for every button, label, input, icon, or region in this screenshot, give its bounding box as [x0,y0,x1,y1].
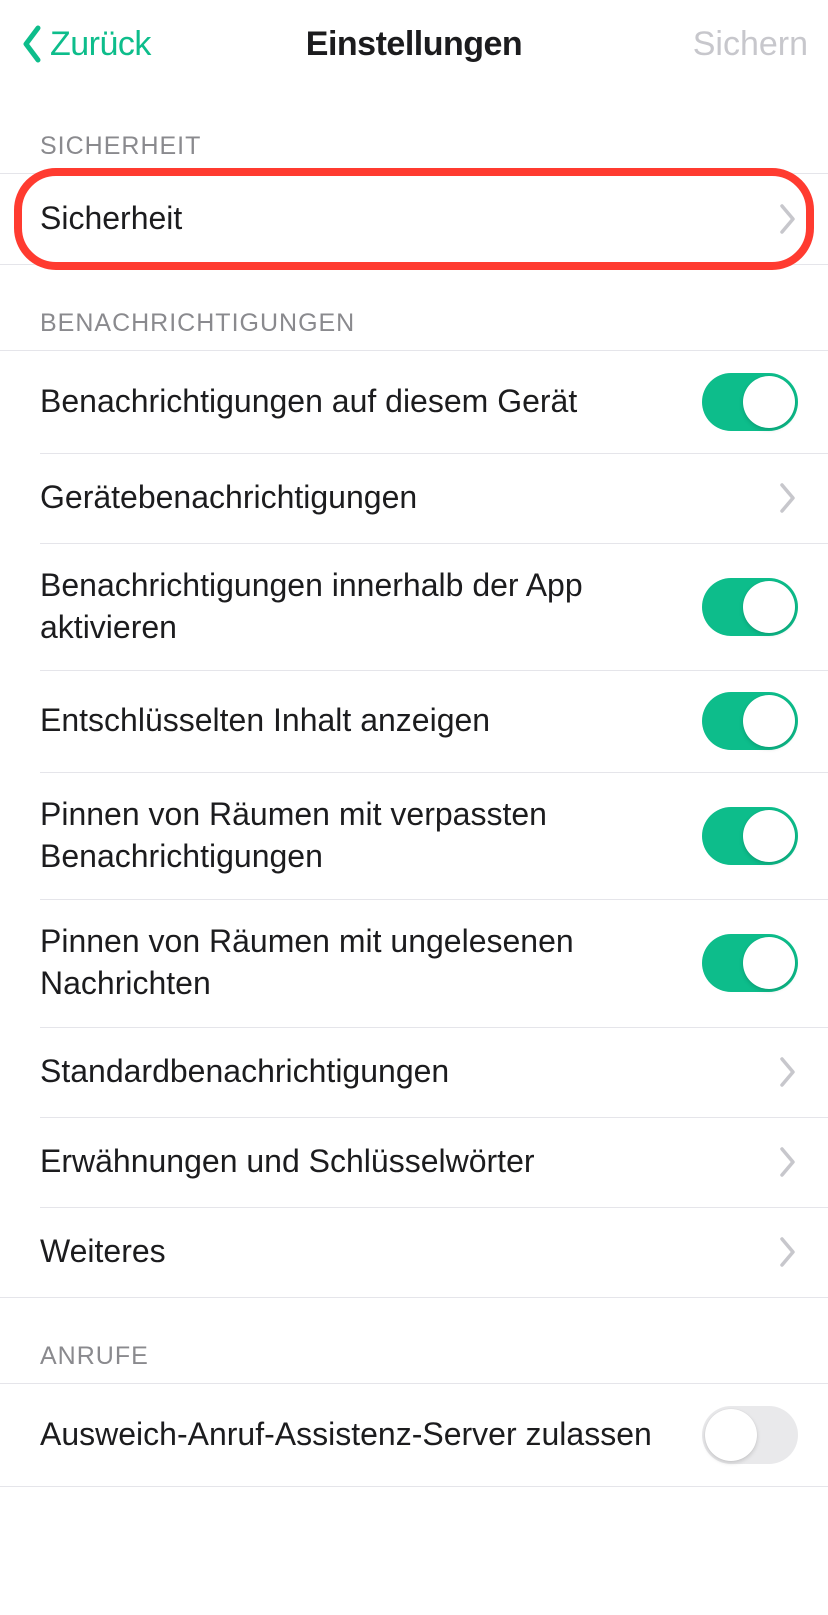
section-header-notifications: BENACHRICHTIGUNGEN [0,265,828,350]
toggle-pin-unread[interactable] [702,934,798,992]
chevron-right-icon [778,1235,798,1269]
toggle-pin-missed[interactable] [702,807,798,865]
chevron-right-icon [778,1055,798,1089]
chevron-right-icon [778,1145,798,1179]
row-fallback-call-assist[interactable]: Ausweich-Anruf-Assistenz-Server zulassen [0,1384,828,1486]
row-other[interactable]: Weiteres [0,1207,828,1297]
toggle-notifications-device[interactable] [702,373,798,431]
page-title: Einstellungen [200,25,628,64]
save-button[interactable]: Sichern [628,25,808,64]
row-notifications-device[interactable]: Benachrichtigungen auf diesem Gerät [0,351,828,453]
section-header-security: SICHERHEIT [0,88,828,173]
back-label: Zurück [50,25,151,64]
row-label: Ausweich-Anruf-Assistenz-Server zulassen [40,1414,702,1456]
row-show-decrypted[interactable]: Entschlüsselten Inhalt anzeigen [0,670,828,772]
row-label: Pinnen von Räumen mit verpassten Benachr… [40,794,702,877]
chevron-left-icon [20,24,44,64]
row-label: Benachrichtigungen auf diesem Gerät [40,381,702,423]
nav-bar: Zurück Einstellungen Sichern [0,0,828,88]
chevron-right-icon [778,202,798,236]
row-label: Entschlüsselten Inhalt anzeigen [40,700,702,742]
section-header-calls: ANRUFE [0,1298,828,1383]
row-pin-missed[interactable]: Pinnen von Räumen mit verpassten Benachr… [0,772,828,899]
toggle-inapp-notifications[interactable] [702,578,798,636]
row-label: Standardbenachrichtigungen [40,1051,778,1093]
toggle-fallback-call-assist[interactable] [702,1406,798,1464]
toggle-show-decrypted[interactable] [702,692,798,750]
chevron-right-icon [778,481,798,515]
row-label: Erwähnungen und Schlüsselwörter [40,1141,778,1183]
row-label: Weiteres [40,1231,778,1273]
row-inapp-notifications[interactable]: Benachrichtigungen innerhalb der App akt… [0,543,828,670]
row-label: Sicherheit [40,198,778,240]
row-label: Gerätebenachrichtigungen [40,477,778,519]
calls-list: Ausweich-Anruf-Assistenz-Server zulassen [0,1383,828,1487]
row-label: Pinnen von Räumen mit ungelesenen Nachri… [40,921,702,1004]
row-label: Benachrichtigungen innerhalb der App akt… [40,565,702,648]
row-mentions-keywords[interactable]: Erwähnungen und Schlüsselwörter [0,1117,828,1207]
back-button[interactable]: Zurück [20,24,200,64]
security-list: Sicherheit [0,173,828,265]
row-device-notifications[interactable]: Gerätebenachrichtigungen [0,453,828,543]
row-security[interactable]: Sicherheit [0,174,828,264]
notifications-list: Benachrichtigungen auf diesem Gerät Gerä… [0,350,828,1298]
row-default-notifications[interactable]: Standardbenachrichtigungen [0,1027,828,1117]
row-pin-unread[interactable]: Pinnen von Räumen mit ungelesenen Nachri… [0,899,828,1026]
